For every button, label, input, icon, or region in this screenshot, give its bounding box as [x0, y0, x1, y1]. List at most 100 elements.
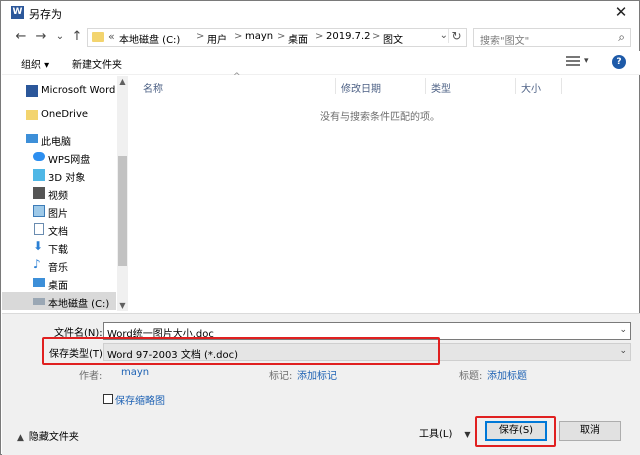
breadcrumb-current-folder[interactable]: 图文 — [383, 31, 403, 46]
hide-folders-label: 隐藏文件夹 — [28, 432, 79, 443]
breadcrumb-separator[interactable]: > — [277, 31, 285, 42]
tags-label: 标记: — [269, 371, 293, 382]
address-bar[interactable]: « 本地磁盘 (C:) > 用户 > mayn > 桌面 > 2019.7.2 … — [87, 28, 467, 47]
navigation-scrollbar[interactable]: ▲ ▼ — [117, 76, 128, 311]
breadcrumb-separator[interactable]: > — [372, 31, 380, 42]
save-options-panel: 文件名(N): Word统一图片大小.doc ⌄ 保存类型(T): Word 9… — [2, 313, 640, 455]
forward-arrow-icon[interactable]: → — [33, 29, 49, 45]
add-title-link[interactable]: 添加标题 — [487, 367, 527, 382]
author-label: 作者: — [79, 371, 103, 382]
nav-item-3d-objects[interactable]: 3D 对象 — [2, 166, 116, 184]
download-icon: ⬇ — [33, 239, 44, 253]
help-icon[interactable]: ? — [612, 55, 626, 69]
save-thumbnail-label[interactable]: 保存缩略图 — [115, 392, 165, 407]
tools-dropdown-icon: ▼ — [464, 430, 471, 439]
nav-item-desktop[interactable]: 桌面 — [2, 274, 116, 292]
save-as-dialog: W 另存为 ✕ ← → ⌄ ↑ « 本地磁盘 (C:) > 用户 > mayn … — [0, 0, 640, 455]
empty-list-message: 没有与搜索条件匹配的项。 — [320, 112, 440, 123]
desktop-icon — [33, 278, 45, 287]
nav-item-microsoft-word[interactable]: Microsoft Word — [2, 82, 116, 100]
nav-item-wps-cloud[interactable]: WPS网盘 — [2, 148, 116, 166]
scroll-down-arrow-icon[interactable]: ▼ — [117, 301, 128, 310]
breadcrumb-mayn[interactable]: mayn — [245, 31, 273, 42]
breadcrumb-desktop[interactable]: 桌面 — [288, 31, 308, 46]
file-list[interactable]: ^ 名称 修改日期 类型 大小 没有与搜索条件匹配的项。 — [129, 72, 631, 311]
nav-item-pictures[interactable]: 图片 — [2, 202, 116, 220]
breadcrumb-drive[interactable]: 本地磁盘 (C:) — [119, 31, 180, 46]
navigation-pane: Microsoft Word OneDrive 此电脑 WPS网盘 3D 对象 … — [2, 76, 128, 311]
column-header-name[interactable]: 名称 — [143, 80, 163, 95]
breadcrumb-separator[interactable]: > — [315, 31, 323, 42]
video-icon — [33, 187, 45, 199]
nav-item-label: Microsoft Word — [41, 85, 116, 96]
filetype-dropdown-icon[interactable]: ⌄ — [619, 346, 627, 356]
cube-icon — [33, 169, 45, 181]
organize-menu-button[interactable]: 组织 ▾ — [21, 56, 49, 71]
nav-item-local-disk-c[interactable]: 本地磁盘 (C:) — [2, 292, 116, 310]
cancel-button[interactable]: 取消 — [559, 421, 621, 441]
column-header-size[interactable]: 大小 — [521, 80, 541, 95]
nav-item-documents[interactable]: 文档 — [2, 220, 116, 238]
up-arrow-icon[interactable]: ↑ — [69, 29, 85, 45]
nav-item-label: 下载 — [48, 245, 68, 256]
add-tags-link[interactable]: 添加标记 — [297, 367, 337, 382]
highlight-box-save — [475, 416, 556, 447]
recent-locations-chevron-icon[interactable]: ⌄ — [52, 29, 68, 45]
view-options-dropdown-icon[interactable]: ▾ — [584, 56, 589, 66]
nav-item-label: 图片 — [48, 209, 68, 220]
new-folder-button[interactable]: 新建文件夹 — [72, 56, 122, 71]
overflow-chevron-icon[interactable]: « — [108, 30, 115, 43]
nav-item-label: 此电脑 — [41, 137, 71, 148]
filename-dropdown-icon[interactable]: ⌄ — [619, 325, 627, 335]
view-options-icon[interactable] — [566, 56, 580, 68]
nav-item-onedrive[interactable]: OneDrive — [2, 106, 116, 124]
search-box[interactable]: 搜索"图文" ⌕ — [473, 28, 631, 47]
breadcrumb-date-folder[interactable]: 2019.7.2 — [326, 31, 371, 42]
nav-item-label: 本地磁盘 (C:) — [48, 299, 110, 310]
nav-item-label: 3D 对象 — [48, 173, 86, 184]
breadcrumb-separator[interactable]: > — [234, 31, 242, 42]
save-thumbnail-checkbox[interactable] — [103, 394, 113, 404]
document-icon — [34, 223, 44, 235]
drive-icon — [33, 298, 45, 305]
column-divider[interactable] — [425, 78, 426, 94]
refresh-icon[interactable]: ↻ — [448, 29, 464, 43]
scroll-up-arrow-icon[interactable]: ▲ — [117, 77, 128, 86]
cloud-icon — [33, 152, 45, 161]
highlight-box-filetype — [42, 337, 440, 365]
sort-ascending-icon: ^ — [233, 72, 241, 82]
dialog-title: 另存为 — [29, 8, 62, 21]
column-header-modified[interactable]: 修改日期 — [341, 80, 381, 95]
title-bar[interactable]: W 另存为 ✕ — [1, 1, 639, 23]
hide-folders-toggle[interactable]: ▲ 隐藏文件夹 — [17, 428, 79, 443]
nav-item-music[interactable]: ♪ 音乐 — [2, 256, 116, 274]
author-value[interactable]: mayn — [121, 367, 149, 378]
folder-icon — [26, 110, 38, 120]
nav-item-downloads[interactable]: ⬇ 下载 — [2, 238, 116, 256]
nav-item-label: 音乐 — [48, 263, 68, 274]
breadcrumb-separator[interactable]: > — [196, 31, 204, 42]
title-label: 标题: — [459, 371, 483, 382]
back-arrow-icon[interactable]: ← — [13, 29, 29, 45]
folder-icon — [92, 32, 104, 42]
scrollbar-thumb[interactable] — [118, 156, 127, 266]
word-icon — [26, 85, 38, 97]
nav-item-this-pc[interactable]: 此电脑 — [2, 130, 116, 148]
tools-label: 工具(L) — [419, 429, 453, 440]
collapse-caret-icon: ▲ — [17, 433, 24, 443]
search-icon[interactable]: ⌕ — [618, 30, 625, 45]
column-header-type[interactable]: 类型 — [431, 80, 451, 95]
column-divider[interactable] — [335, 78, 336, 94]
search-placeholder[interactable]: 搜索"图文" — [480, 32, 529, 47]
column-divider[interactable] — [561, 78, 562, 94]
nav-item-label: WPS网盘 — [48, 155, 91, 166]
column-divider[interactable] — [515, 78, 516, 94]
nav-item-label: 视频 — [48, 191, 68, 202]
breadcrumb-users[interactable]: 用户 — [207, 31, 227, 46]
close-button[interactable]: ✕ — [611, 3, 631, 21]
nav-item-label: OneDrive — [41, 109, 89, 120]
nav-item-videos[interactable]: 视频 — [2, 184, 116, 202]
nav-item-label: 桌面 — [48, 281, 68, 292]
address-dropdown-icon[interactable]: ⌄ — [440, 30, 448, 41]
tools-menu-button[interactable]: 工具(L) ▼ — [419, 425, 471, 440]
